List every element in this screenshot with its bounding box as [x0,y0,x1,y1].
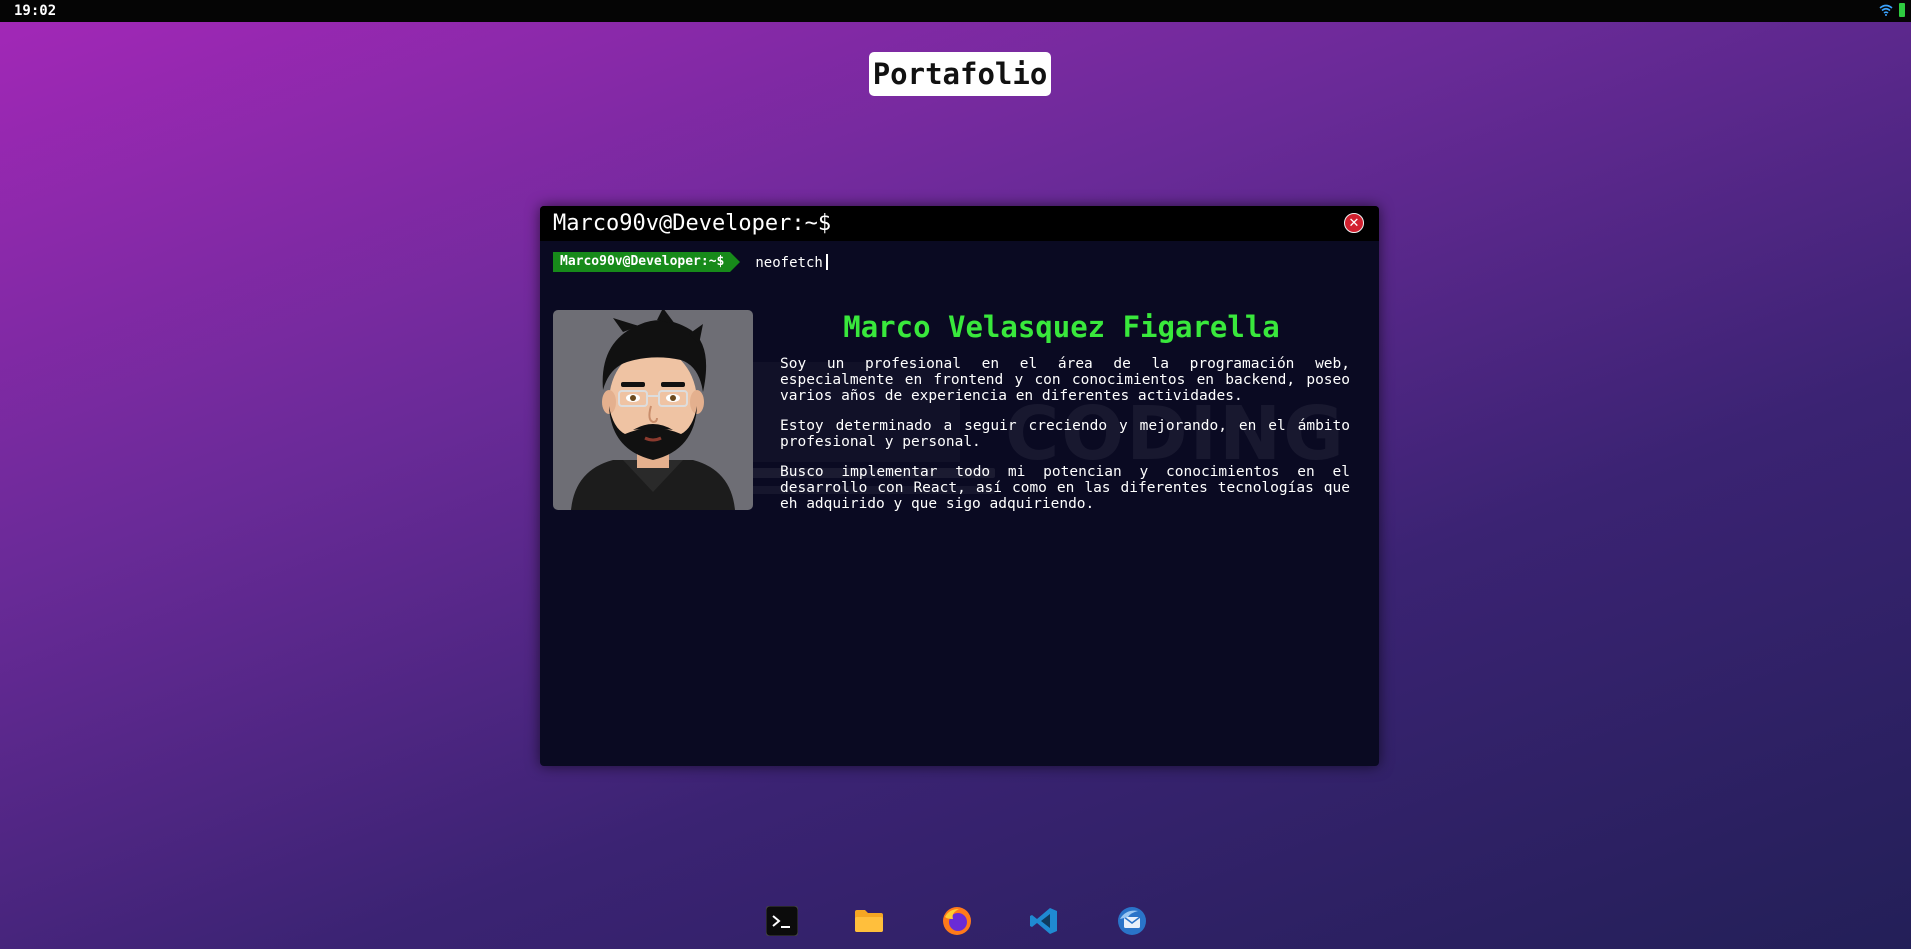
prompt-badge: Marco90v@Developer:~$ [553,252,741,272]
command-input[interactable]: neofetch [755,253,828,271]
page-title: Portafolio [869,52,1051,96]
close-button[interactable]: ✕ [1344,213,1364,233]
close-icon: ✕ [1348,215,1360,231]
dock [765,904,1146,938]
terminal-icon [766,906,798,936]
avatar [553,310,753,510]
prompt-line: Marco90v@Developer:~$ neofetch [553,252,828,272]
vscode-icon [1029,906,1059,936]
wifi-icon[interactable] [1879,4,1893,16]
terminal-titlebar[interactable]: Marco90v@Developer:~$ ✕ [540,206,1379,241]
folder-icon [854,908,884,934]
profile-name: Marco Velasquez Figarella [843,310,1280,344]
firefox-icon [941,905,973,937]
profile-bio: Soy un profesional en el área de la prog… [780,356,1350,526]
clock: 19:02 [14,3,57,19]
battery-icon[interactable] [1899,3,1905,17]
terminal-window[interactable]: CODING Marco90v@Developer:~$ ✕ Marco90v@… [540,206,1379,766]
bio-paragraph: Estoy determinado a seguir creciendo y m… [780,418,1350,450]
dock-item-files[interactable] [852,904,886,938]
bio-paragraph: Busco implementar todo mi potencian y co… [780,464,1350,512]
bio-paragraph: Soy un profesional en el área de la prog… [780,356,1350,404]
dock-item-terminal[interactable] [765,904,799,938]
command-text: neofetch [755,254,823,271]
text-cursor [825,253,828,270]
terminal-title: Marco90v@Developer:~$ [553,211,832,236]
thunderbird-icon [1116,905,1148,937]
system-tray [1879,3,1905,17]
top-bar: 19:02 [0,0,1911,22]
dock-item-thunderbird[interactable] [1115,904,1149,938]
dock-item-vscode[interactable] [1027,904,1061,938]
dock-item-firefox[interactable] [940,904,974,938]
